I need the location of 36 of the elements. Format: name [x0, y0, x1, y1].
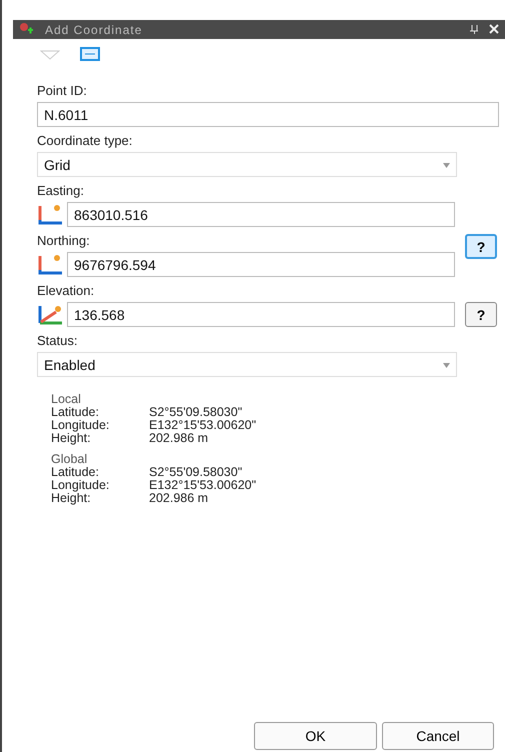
field-label: Status:	[37, 333, 78, 349]
info-label: Longitude:	[51, 479, 110, 492]
info-value: S2°55'09.58030"	[149, 406, 242, 419]
info-label: Height:	[51, 492, 91, 505]
card-icon[interactable]	[80, 46, 100, 64]
close-icon[interactable]	[489, 22, 499, 36]
corner-axis-icon	[37, 252, 65, 276]
info-value: E132°15'53.00620"	[149, 419, 256, 432]
text-field[interactable]: 863010.516	[67, 202, 455, 227]
text-field[interactable]: 136.568	[67, 302, 455, 327]
help-button[interactable]: ?	[465, 302, 497, 327]
field-label: Elevation:	[37, 283, 94, 299]
info-label: Latitude:	[51, 406, 100, 419]
info-value: 202.986 m	[149, 432, 208, 445]
help-button[interactable]: ?	[465, 234, 497, 259]
ok-button[interactable]: OK	[254, 722, 377, 750]
text-field[interactable]: N.6011	[37, 102, 499, 127]
field-label: Point ID:	[37, 83, 87, 99]
section-title: Local	[51, 393, 82, 406]
dropdown[interactable]: Enabled	[37, 352, 457, 377]
section-title: Global	[51, 453, 88, 466]
pin-icon[interactable]	[469, 22, 479, 36]
field-label: Northing:	[37, 233, 90, 249]
window-title: Add Coordinate	[45, 22, 144, 36]
info-label: Height:	[51, 432, 91, 445]
info-label: Latitude:	[51, 466, 100, 479]
info-value: E132°15'53.00620"	[149, 479, 256, 492]
info-value: 202.986 m	[149, 492, 208, 505]
text-field[interactable]: 9676796.594	[67, 252, 455, 277]
dropdown[interactable]: Grid	[37, 152, 457, 177]
info-label: Longitude:	[51, 419, 110, 432]
field-label: Coordinate type:	[37, 133, 132, 149]
field-label: Easting:	[37, 183, 84, 199]
corner-axis-icon	[37, 202, 65, 226]
cancel-button[interactable]: Cancel	[382, 722, 494, 750]
info-value: S2°55'09.58030"	[149, 466, 242, 479]
